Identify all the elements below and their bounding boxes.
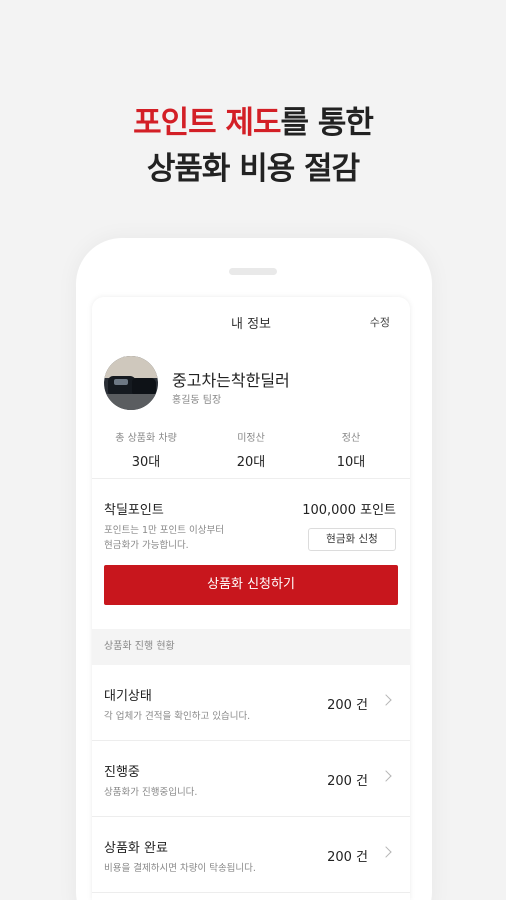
status-row-in-progress[interactable]: 진행중 상품화가 진행중입니다. 200 건	[92, 741, 410, 817]
status-row-complete[interactable]: 상품화 완료 비용을 결제하시면 차량이 탁송됩니다. 200 건	[92, 817, 410, 893]
headline-accent: 포인트 제도	[133, 105, 281, 141]
status-title: 진행중	[104, 765, 140, 780]
status-desc: 비용을 결제하시면 차량이 탁송됩니다.	[104, 863, 256, 874]
status-desc: 각 업체가 견적을 확인하고 있습니다.	[104, 711, 251, 722]
profile-name: 중고차는착한딜러	[172, 371, 290, 390]
status-count: 200 건	[327, 850, 368, 865]
chevron-right-icon	[380, 694, 392, 706]
headline-line-2: 상품화 비용 절감	[146, 151, 360, 187]
app-bar: 내 정보 수정	[92, 297, 410, 345]
stat-value: 30대	[131, 455, 161, 470]
points-title: 착딜포인트	[104, 503, 164, 518]
profile-section: 중고차는착한딜러 홍길동 팀장	[92, 345, 410, 421]
points-desc-1: 포인트는 1만 포인트 이상부터	[104, 525, 224, 536]
apply-wrap: 상품화 신청하기	[92, 559, 410, 629]
progress-section-title: 상품화 진행 현황	[92, 629, 410, 665]
phone-speaker	[229, 268, 277, 275]
app-screen: 내 정보 수정 중고차는착한딜러 홍길동 팀장 총 상품화 차량 30대 미정산…	[92, 297, 410, 900]
apply-button[interactable]: 상품화 신청하기	[104, 565, 398, 605]
avatar	[104, 356, 158, 410]
headline-line-1: 포인트 제도를 통한	[0, 100, 506, 146]
stat-value: 10대	[336, 455, 366, 470]
chevron-right-icon	[380, 770, 392, 782]
points-section: 착딜포인트 100,000 포인트 포인트는 1만 포인트 이상부터 현금화가 …	[92, 479, 410, 559]
points-value: 100,000 포인트	[302, 503, 396, 518]
profile-role: 홍길동 팀장	[172, 395, 222, 406]
edit-button[interactable]: 수정	[370, 314, 390, 330]
status-title: 상품화 완료	[104, 841, 168, 856]
stat-label: 총 상품화 차량	[115, 433, 177, 444]
points-desc-2: 현금화가 가능합니다.	[104, 540, 189, 551]
chevron-right-icon	[380, 846, 392, 858]
stats-row: 총 상품화 차량 30대 미정산 20대 정산 10대	[92, 421, 410, 479]
cash-out-button[interactable]: 현금화 신청	[308, 528, 396, 551]
stat-value: 20대	[236, 455, 266, 470]
stat-settled: 정산 10대	[301, 429, 401, 470]
stat-unsettled: 미정산 20대	[201, 429, 301, 470]
headline-rest: 를 통한	[280, 105, 374, 141]
status-desc: 상품화가 진행중입니다.	[104, 787, 198, 798]
stat-label: 정산	[341, 433, 361, 444]
status-title: 대기상태	[104, 689, 152, 704]
status-count: 200 건	[327, 774, 368, 789]
status-count: 200 건	[327, 698, 368, 713]
promo-headline: 포인트 제도를 통한 상품화 비용 절감	[0, 100, 506, 192]
status-row-waiting[interactable]: 대기상태 각 업체가 견적을 확인하고 있습니다. 200 건	[92, 665, 410, 741]
stat-label: 미정산	[237, 433, 265, 444]
page-title: 내 정보	[230, 317, 271, 332]
stat-total: 총 상품화 차량 30대	[96, 429, 196, 470]
